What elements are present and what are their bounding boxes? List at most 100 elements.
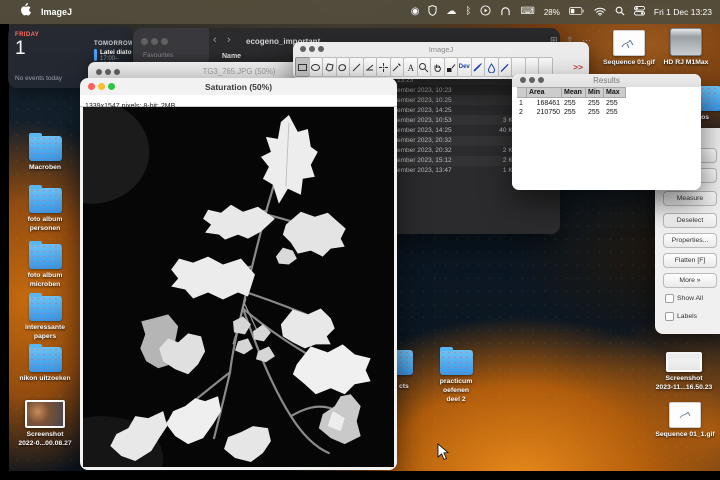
zoom-icon[interactable] [538, 77, 544, 83]
flood-macro-tool-button[interactable] [484, 57, 499, 77]
wifi-icon[interactable] [594, 3, 606, 21]
properties-button[interactable]: Properties... [663, 233, 717, 248]
zoom-icon[interactable] [114, 69, 120, 75]
minimize-icon[interactable] [529, 77, 535, 83]
polygon-tool-button[interactable] [322, 57, 337, 77]
icon-label: Screenshot 2023-11...16.50.23 [655, 375, 713, 391]
show-all-checkbox[interactable]: Show All [665, 294, 703, 303]
close-icon[interactable] [300, 46, 306, 52]
menu-app-name[interactable]: ImageJ [41, 7, 72, 17]
back-icon[interactable]: ‹ [213, 34, 217, 46]
flatten-button[interactable]: Flatten [F] [663, 253, 717, 268]
image-canvas[interactable] [83, 107, 394, 467]
column-header-area[interactable]: Area [527, 88, 562, 97]
desktop-icon-screenshot-2022[interactable]: Screenshot 2022-0...00.08.27 [17, 400, 73, 449]
measure-button[interactable]: Measure [663, 191, 717, 206]
control-center-icon[interactable] [633, 3, 645, 21]
column-header-min[interactable]: Min [586, 88, 604, 97]
close-icon[interactable] [88, 83, 95, 90]
zoom-icon[interactable] [161, 38, 168, 45]
partial-folder-label[interactable]: cts [399, 383, 409, 392]
rectangle-tool-button[interactable] [295, 57, 310, 77]
file-row[interactable]: ember 2023, 15:12 2 KB [395, 155, 519, 166]
column-header-name[interactable]: Name [222, 53, 241, 60]
widget-event1-title[interactable]: Latei diatoms [100, 49, 132, 56]
battery-percent: 28% [543, 7, 560, 17]
checkbox-label: Show All [677, 295, 704, 302]
color-picker-tool-button[interactable] [443, 57, 458, 77]
menu-clock[interactable]: Fri 1 Dec 13:23 [654, 7, 712, 17]
point-tool-button[interactable] [376, 57, 391, 77]
zoom-icon[interactable] [318, 46, 324, 52]
zoom-tool-button[interactable] [416, 57, 431, 77]
freehand-tool-button[interactable] [335, 57, 350, 77]
now-playing-icon[interactable] [480, 3, 491, 21]
desktop-icon-foto-album-personen[interactable]: foto album personen [17, 185, 73, 234]
desktop-icon-nikon-uitzoeken[interactable]: nikon uitzoeken [17, 344, 73, 384]
keyboard-icon[interactable]: ⌨ [520, 7, 534, 17]
battery-icon[interactable] [568, 3, 585, 21]
minimize-icon[interactable] [98, 83, 105, 90]
file-row[interactable]: ember 2023, 10:53 3 KB [395, 115, 519, 126]
file-row[interactable]: ember 2023, 20:32-- [395, 135, 519, 146]
more-button[interactable]: More » [663, 273, 717, 288]
sidebar-section-label: Favourites [143, 52, 174, 59]
desktop-icon-interessante-papers[interactable]: interessante papers [17, 293, 73, 342]
checkbox-box[interactable] [665, 312, 674, 321]
file-row[interactable]: ember 2023, 13:47 1 KB [395, 166, 519, 176]
hand-tool-button[interactable] [430, 57, 445, 77]
forward-icon[interactable]: › [227, 34, 231, 46]
minimize-icon[interactable] [105, 69, 111, 75]
results-window[interactable]: Results Area Mean Min Max 1 168461 255 2… [512, 74, 701, 190]
oval-tool-button[interactable] [308, 57, 323, 77]
widget-no-events: No events today [15, 75, 62, 82]
file-row[interactable]: ember 2023, 14:25-- [395, 105, 519, 115]
close-icon[interactable] [141, 38, 148, 45]
angle-tool-button[interactable] [362, 57, 377, 77]
shield-icon[interactable] [428, 3, 438, 21]
labels-checkbox[interactable]: Labels [665, 312, 697, 321]
checkbox-box[interactable] [665, 294, 674, 303]
more-tools-overflow-button[interactable]: >> [569, 62, 587, 72]
event-color-bar [94, 49, 97, 61]
desktop-icon-sequence-01-1-gif[interactable]: Sequence 01_1.gif [654, 402, 716, 440]
desktop-icon-foto-album-microben[interactable]: foto album microben [17, 241, 73, 290]
column-header-max[interactable]: Max [604, 88, 626, 97]
deselect-button[interactable]: Deselect [663, 213, 717, 228]
close-icon[interactable] [520, 77, 526, 83]
pipette-macro-tool-button[interactable] [497, 57, 512, 77]
zoom-icon[interactable] [108, 83, 115, 90]
wand-tool-button[interactable] [389, 57, 404, 77]
file-row[interactable]: ember 2023, 10:25-- [395, 95, 519, 106]
results-row[interactable]: 1 168461 255 255 255 [517, 99, 626, 108]
screen-record-icon[interactable]: ◉ [411, 7, 420, 17]
icon-label: practicum oefenen deel 2 [439, 378, 473, 403]
desktop-icon-sequence-01-gif[interactable]: Sequence 01.gif [601, 30, 657, 68]
dev-macro-tool-button[interactable]: Dev [457, 57, 472, 77]
file-row[interactable]: ember 2023, 20:32 2 KB [395, 146, 519, 156]
icon-label: foto album personen [27, 216, 63, 232]
saturation-image-window[interactable]: Saturation (50%) 1339x1547 pixels; 8-bit… [80, 78, 397, 470]
search-icon[interactable] [615, 3, 625, 21]
bluetooth-icon[interactable]: ᛒ [465, 7, 471, 17]
airpods-icon[interactable] [500, 3, 511, 21]
desktop-icon-hd-rj-m1max[interactable]: HD RJ M1Max [658, 28, 714, 68]
line-tool-button[interactable] [349, 57, 364, 77]
row-number-header[interactable] [517, 88, 527, 97]
widget-tomorrow-label: TOMORROW [94, 41, 132, 47]
minimize-icon[interactable] [151, 38, 158, 45]
column-header-mean[interactable]: Mean [562, 88, 586, 97]
results-row[interactable]: 2 210750 255 255 255 [517, 108, 626, 117]
desktop-icon-practicum-oefenen[interactable]: practicum oefenen deel 2 [428, 347, 484, 404]
file-row[interactable]: ember 2023, 10:23-- [395, 85, 519, 95]
desktop-icon-screenshot-2023[interactable]: Screenshot 2023-11...16.50.23 [653, 352, 715, 393]
desktop-icon-macroben[interactable]: Macroben [17, 133, 73, 173]
close-icon[interactable] [96, 69, 102, 75]
brush-macro-tool-button[interactable] [470, 57, 485, 77]
text-tool-button[interactable]: A [403, 57, 418, 77]
cloud-icon[interactable]: ☁ [446, 7, 456, 17]
minimize-icon[interactable] [309, 46, 315, 52]
icon-label: foto album microben [27, 272, 63, 288]
apple-menu-icon[interactable] [20, 3, 31, 21]
file-row[interactable]: ember 2023, 14:25 40 KB [395, 125, 519, 135]
